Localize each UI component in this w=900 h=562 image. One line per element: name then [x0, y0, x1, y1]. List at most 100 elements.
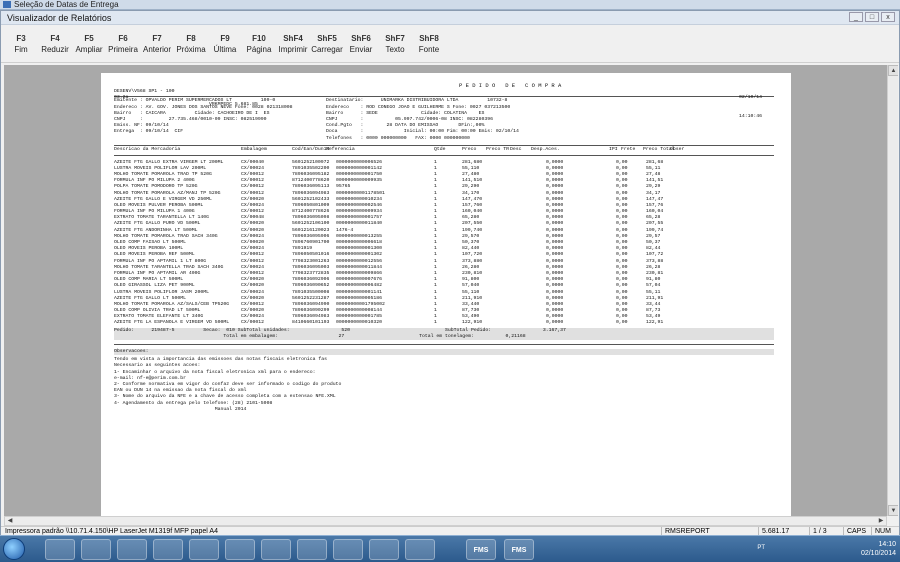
window-titlebar: Visualizador de Relatórios _ □ x [1, 11, 899, 25]
table-cell: 0000000000010320 [336, 320, 383, 326]
toolbar-label: Anterior [142, 45, 171, 54]
column-header: Qtde [434, 147, 446, 153]
column-header: Descricao da Mercadoria [114, 147, 181, 153]
table-cell: 1 [434, 320, 437, 326]
taskbar: FMS FMS PT 14:10 02/10/2014 [0, 535, 900, 562]
recipient-line: Telefones : 0000 000000000 FAX: 0000 000… [326, 135, 470, 141]
toolbar-key: F8 [186, 34, 196, 43]
toolbar-label: Página [246, 45, 272, 54]
paint-icon[interactable] [369, 539, 399, 560]
word-icon[interactable] [405, 539, 435, 560]
table-row: AZEITE FTG LA ESPANOLA E VIRGEM VD 500ML… [114, 320, 774, 326]
column-header: Embalagem [241, 147, 267, 153]
toolbar-button-6[interactable]: F9 Última [208, 25, 242, 62]
parties-block: Emitente : OPVALDO PERIM SUPERMERCADOS L… [114, 98, 774, 144]
report-title: P E D I D O D E C O M P R A [459, 82, 562, 90]
column-header: Frete [621, 147, 636, 153]
toolbar-label: Enviar [349, 45, 373, 54]
app-icon [3, 1, 11, 8]
toolbar-label: Última [213, 45, 237, 54]
fms-app-2[interactable]: FMS [504, 539, 534, 560]
scroll-left-icon[interactable]: ◀ [5, 517, 15, 525]
column-header: Cod/Ean/Dun14 [292, 147, 330, 153]
explorer-icon[interactable] [81, 539, 111, 560]
toolbar-label: Imprimir [278, 45, 308, 54]
start-button[interactable] [3, 538, 25, 560]
window-title: Visualizador de Relatórios [7, 13, 112, 23]
toolbar-button-5[interactable]: F8 Próxima [174, 25, 208, 62]
scroll-right-icon[interactable]: ▶ [876, 517, 886, 525]
toolbar-button-9[interactable]: ShF5 Carregar [310, 25, 344, 62]
table-cell: 8410660101193 [292, 320, 330, 326]
toolbar: F3 Fim F4 Reduzir F5 Ampliar F6 Primeira F7 Anter… [1, 25, 899, 63]
language-indicator[interactable]: PT [757, 545, 765, 551]
sender-line: Entrega : 09/10/14 CIF [114, 129, 184, 135]
observations-block: Observacoes: [114, 349, 774, 356]
close-button[interactable]: x [881, 12, 895, 22]
toolbar-label: Próxima [176, 45, 206, 54]
toolbar-button-12[interactable]: ShF8 Fonte [412, 25, 446, 62]
lync-icon[interactable] [225, 539, 255, 560]
chrome-icon[interactable] [153, 539, 183, 560]
toolbar-label: Ampliar [75, 45, 103, 54]
ie-icon[interactable] [45, 539, 75, 560]
network-icon[interactable] [297, 539, 327, 560]
toolbar-button-10[interactable]: ShF6 Enviar [344, 25, 378, 62]
toolbar-key: ShF8 [419, 34, 439, 43]
horizontal-scrollbar[interactable]: ◀ ▶ [4, 516, 887, 526]
column-header: Preco [462, 147, 477, 153]
toolbar-button-0[interactable]: F3 Fim [4, 25, 38, 62]
clock[interactable]: 14:10 02/10/2014 [861, 540, 896, 558]
toolbar-label: Fonte [418, 45, 440, 54]
table-cell: 122,91 [646, 320, 664, 326]
table-cell: CX/00012 [241, 320, 265, 326]
scroll-up-icon[interactable]: ▲ [888, 65, 898, 76]
folder-icon[interactable] [261, 539, 291, 560]
column-header: Obser [670, 147, 685, 153]
column-header: Referencia [326, 147, 355, 153]
observations-text: Tendo em vista a importancia das emissoe… [114, 357, 774, 413]
maximize-button[interactable]: □ [865, 12, 879, 22]
media-player-icon[interactable] [117, 539, 147, 560]
minimize-button[interactable]: _ [849, 12, 863, 22]
toolbar-label: Carregar [311, 45, 343, 54]
totals-line2: Total em embalagem: 27 Total em tonelage… [114, 333, 526, 339]
toolbar-button-1[interactable]: F4 Reduzir [38, 25, 72, 62]
column-header: Desp.Aces. [531, 147, 560, 153]
toolbar-key: ShF6 [351, 34, 371, 43]
toolbar-key: F3 [16, 34, 26, 43]
toolbar-button-4[interactable]: F7 Anterior [140, 25, 174, 62]
table-cell: AZEITE FTG LA ESPANOLA E VIRGEM VD 500ML [114, 320, 230, 326]
vertical-scrollbar[interactable]: ▲ ▼ [887, 65, 898, 516]
toolbar-button-7[interactable]: F10 Página [242, 25, 276, 62]
divider [114, 344, 774, 345]
toolbar-key: F9 [220, 34, 230, 43]
fms-app-1[interactable]: FMS [466, 539, 496, 560]
totals-block: Pedido: 219487-5 Secao: 010 SubTotal uni… [114, 327, 774, 340]
report-page: DESENV\V568 SP1 - 100 02/10/14 03.2a VRK… [101, 73, 791, 516]
column-header: Preco TR [486, 147, 510, 153]
outlook-icon[interactable] [189, 539, 219, 560]
table-cell: 0,00 [616, 320, 628, 326]
toolbar-label: Reduzir [41, 45, 69, 54]
observations-title: Observacoes: [114, 349, 149, 354]
scroll-down-icon[interactable]: ▼ [888, 505, 898, 516]
report-header-row2: 03.2a VRKMPEDC 5.681.85 P E D I D O D E … [114, 82, 774, 119]
table-cell: 122,910 [462, 320, 483, 326]
toolbar-key: ShF4 [283, 34, 303, 43]
tool-icon[interactable] [333, 539, 363, 560]
toolbar-button-3[interactable]: F6 Primeira [106, 25, 140, 62]
toolbar-key: ShF7 [385, 34, 405, 43]
toolbar-label: Fim [14, 45, 28, 54]
report-viewer-window: Visualizador de Relatórios _ □ x F3 Fim F4 Re… [0, 10, 900, 537]
toolbar-button-2[interactable]: F5 Ampliar [72, 25, 106, 62]
observation-line: Manual 2014 [114, 406, 247, 412]
column-header: Desc [510, 147, 522, 153]
divider [114, 154, 774, 156]
screen: Seleção de Datas de Entrega Visualizador… [0, 0, 900, 562]
toolbar-key: F6 [118, 34, 128, 43]
toolbar-label: Primeira [108, 45, 138, 54]
toolbar-button-11[interactable]: ShF7 Texto [378, 25, 412, 62]
toolbar-button-8[interactable]: ShF4 Imprimir [276, 25, 310, 62]
toolbar-key: ShF5 [317, 34, 337, 43]
